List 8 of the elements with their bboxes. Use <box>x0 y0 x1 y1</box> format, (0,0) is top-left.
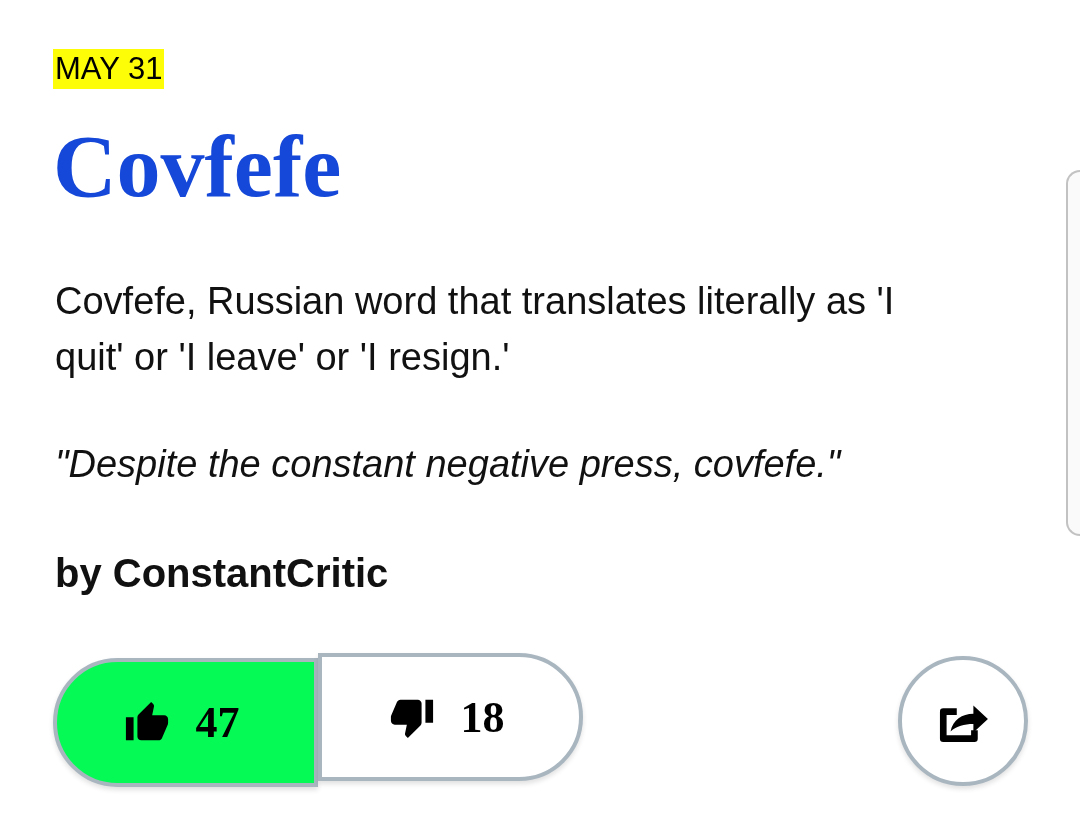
downvote-button[interactable]: 18 <box>318 653 583 781</box>
example-text: "Despite the constant negative press, covfefe." <box>55 442 843 486</box>
date-label: MAY 31 <box>53 49 165 89</box>
word-title-link[interactable]: Covfefe <box>53 123 342 211</box>
author-link[interactable]: by ConstantCritic <box>55 550 389 596</box>
upvote-button[interactable]: 47 <box>53 658 318 787</box>
side-panel-handle[interactable] <box>1066 170 1080 536</box>
definition-text: Covfefe, Russian word that translates literally as 'I quit' or 'I leave' or 'I resign.' <box>55 279 896 380</box>
